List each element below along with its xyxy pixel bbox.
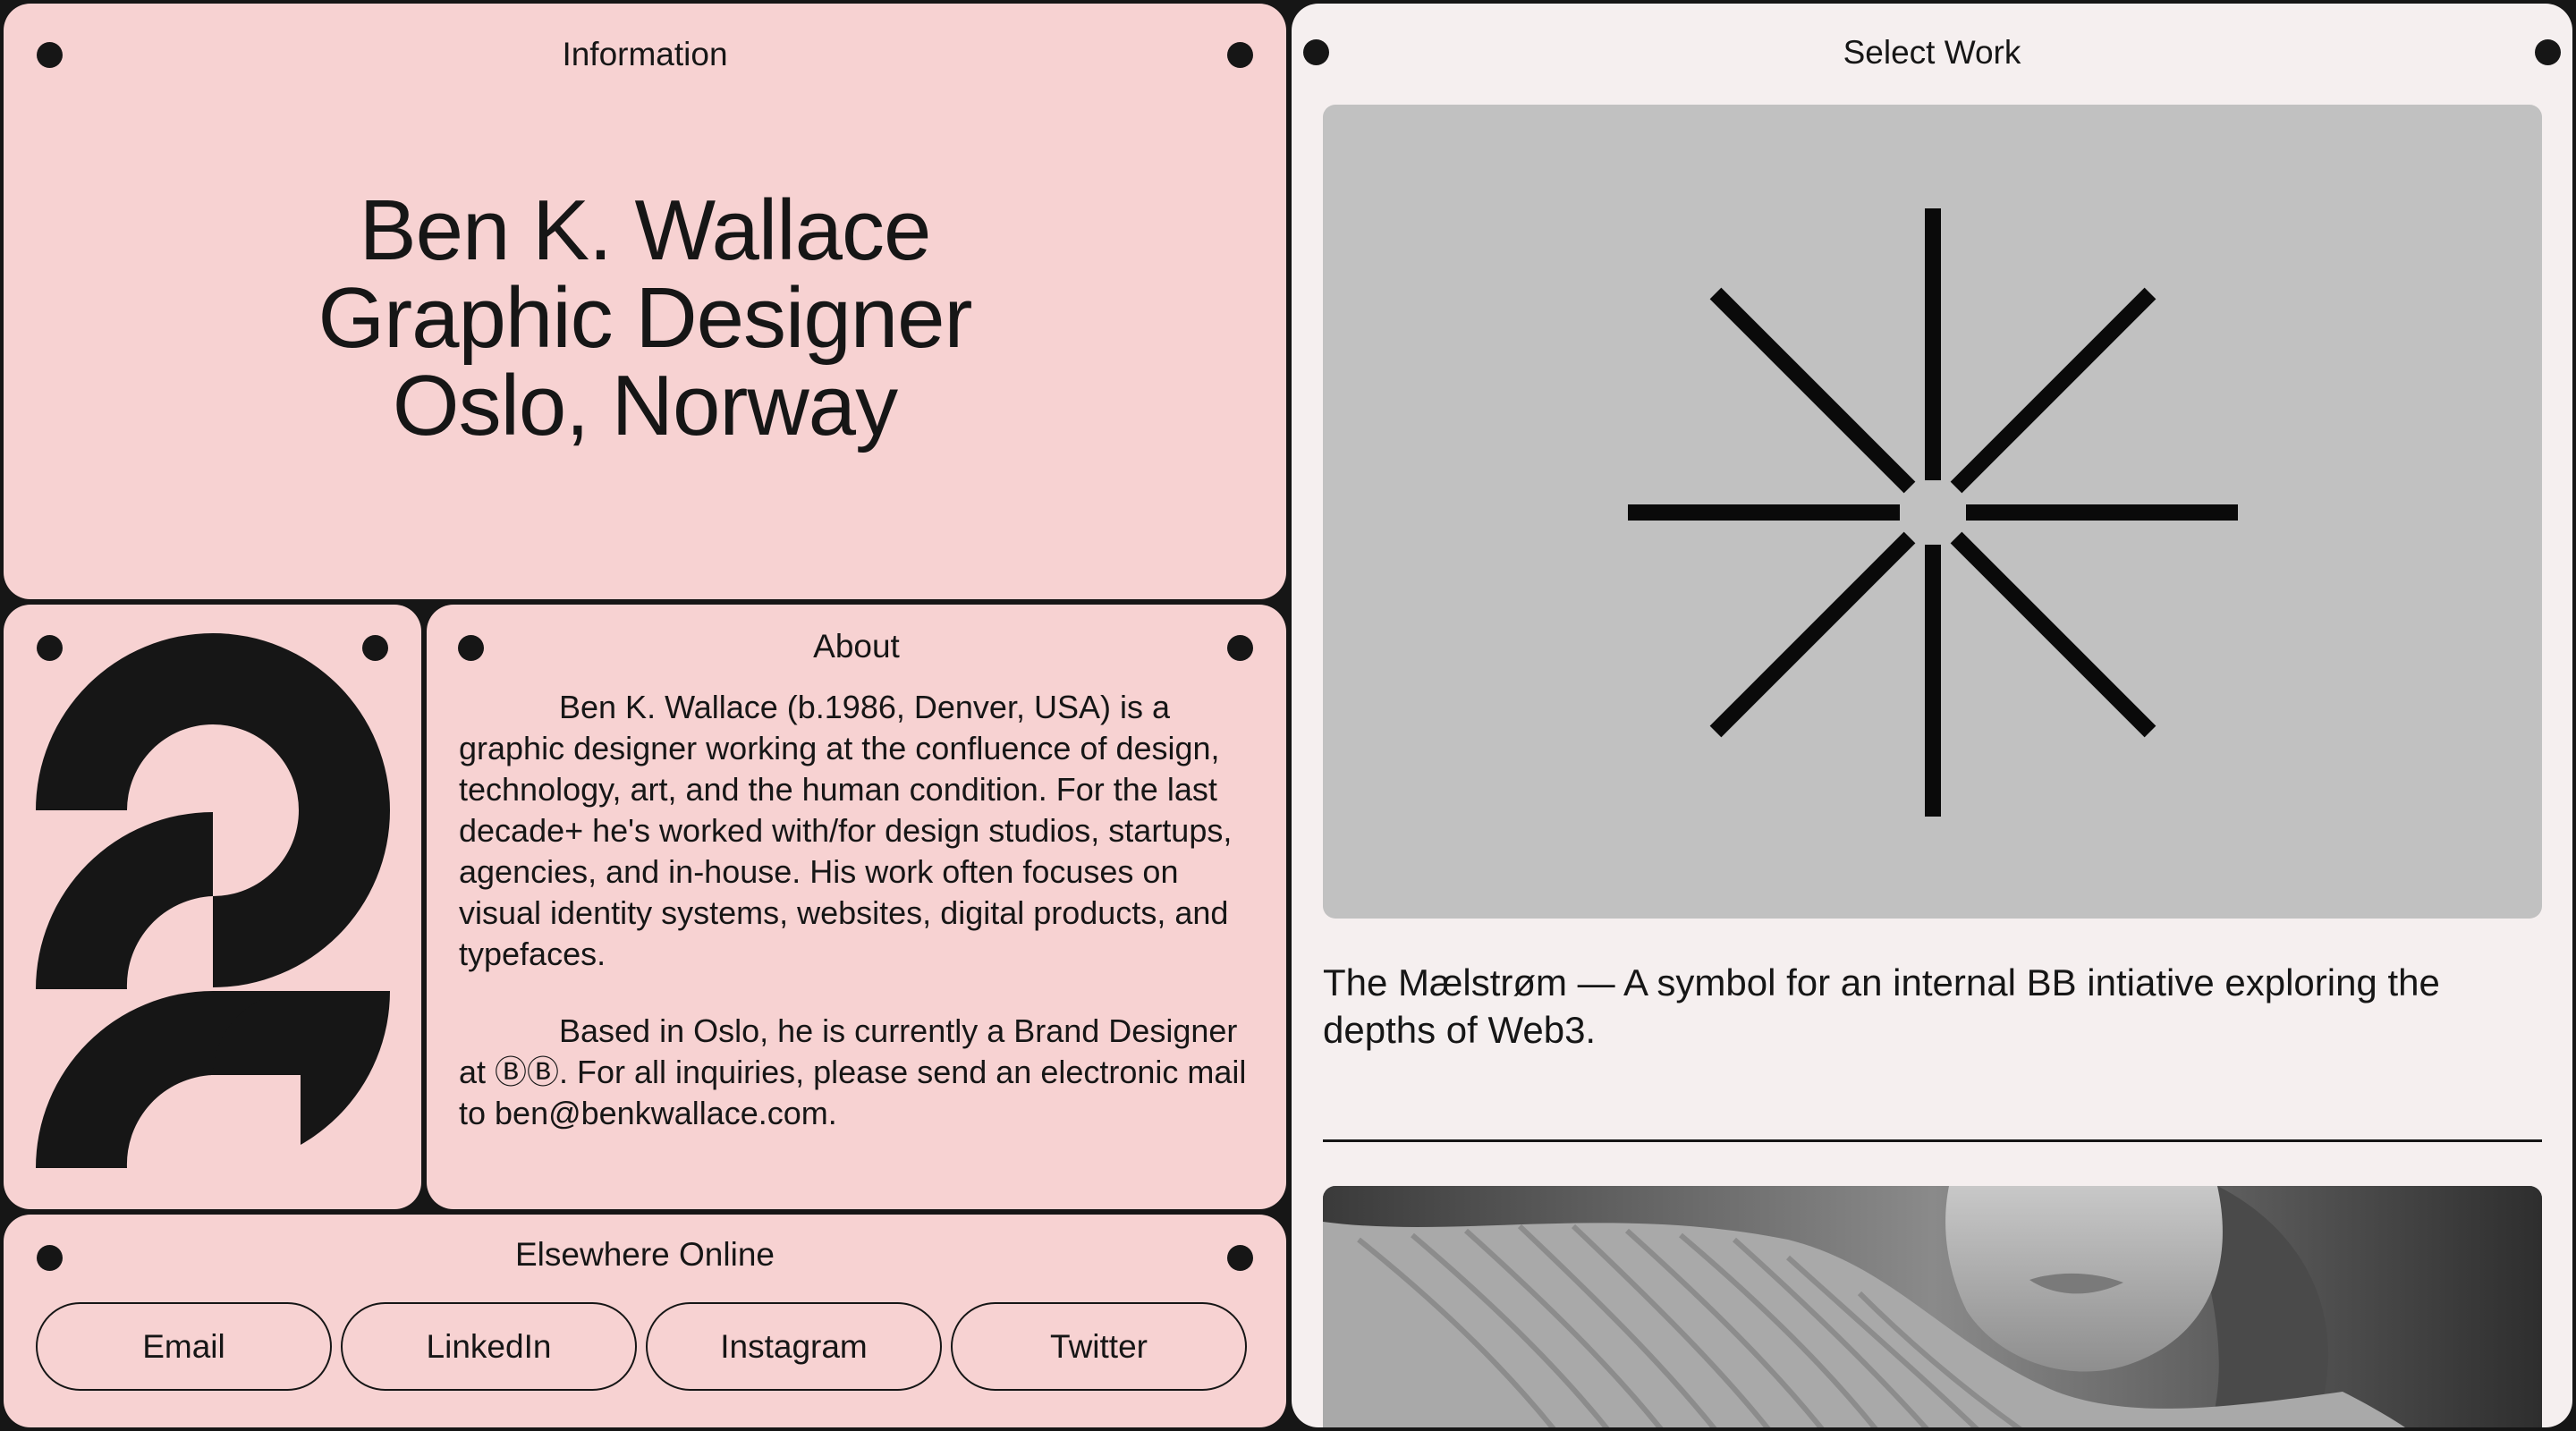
designer-name: Ben K. Wallace bbox=[359, 182, 932, 278]
about-paragraph: Ben K. Wallace (b.1986, Denver, USA) is … bbox=[459, 689, 1233, 972]
email-button[interactable]: Email bbox=[36, 1302, 332, 1391]
twitter-button[interactable]: Twitter bbox=[951, 1302, 1247, 1391]
information-panel: Information Ben K. Wallace Graphic Desig… bbox=[4, 4, 1286, 599]
elsewhere-online-panel: Elsewhere Online Email LinkedIn Instagra… bbox=[4, 1215, 1286, 1427]
instagram-button[interactable]: Instagram bbox=[646, 1302, 942, 1391]
portrait-photo-icon bbox=[1323, 1186, 2542, 1427]
designer-location: Oslo, Norway bbox=[392, 358, 898, 453]
work-image-portrait[interactable] bbox=[1323, 1186, 2542, 1427]
panel-title: About bbox=[813, 628, 900, 665]
about-panel: About Ben K. Wallace (b.1986, Denver, US… bbox=[427, 605, 1286, 1209]
starburst-symbol-icon bbox=[1628, 208, 2238, 817]
divider bbox=[1323, 1139, 2542, 1142]
linkedin-button[interactable]: LinkedIn bbox=[341, 1302, 637, 1391]
panel-title: Select Work bbox=[1843, 34, 2021, 71]
about-paragraph: Based in Oslo, he is currently a Brand D… bbox=[459, 1012, 1247, 1131]
work-caption: The Mælstrøm — A symbol for an internal … bbox=[1323, 961, 2440, 1051]
social-links: Email LinkedIn Instagram Twitter bbox=[36, 1302, 1247, 1391]
hero-heading: Ben K. Wallace Graphic Designer Oslo, No… bbox=[4, 187, 1286, 450]
panel-title: Information bbox=[562, 36, 728, 72]
monogram-logo-icon bbox=[36, 633, 390, 1168]
designer-role: Graphic Designer bbox=[318, 270, 973, 366]
work-image-maelstrom[interactable] bbox=[1323, 105, 2542, 919]
logo-card bbox=[4, 605, 421, 1209]
about-text: Ben K. Wallace (b.1986, Denver, USA) is … bbox=[459, 687, 1259, 1134]
panel-title: Elsewhere Online bbox=[515, 1236, 775, 1273]
select-work-panel[interactable]: Select Work The Mælstrøm — A symbol for … bbox=[1292, 4, 2572, 1427]
